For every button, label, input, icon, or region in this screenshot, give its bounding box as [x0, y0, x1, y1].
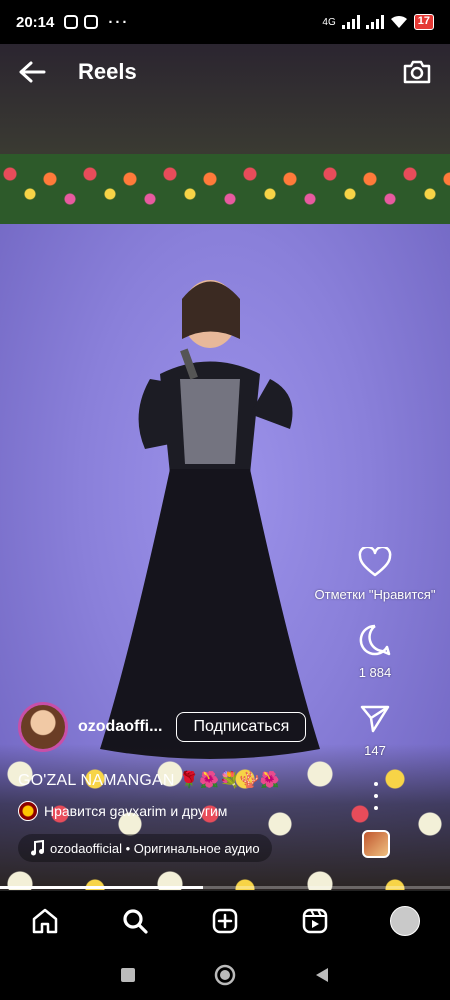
back-system-button[interactable]: [304, 957, 340, 993]
nav-reels[interactable]: [293, 899, 337, 943]
nav-home[interactable]: [23, 899, 67, 943]
nav-search[interactable]: [113, 899, 157, 943]
more-dot-icon: [374, 782, 378, 786]
send-icon: [360, 705, 390, 733]
instagram-notification-icon-2: [84, 15, 99, 29]
comment-action[interactable]: 1 884: [300, 620, 450, 680]
arrow-left-icon: [19, 61, 46, 83]
liked-by-row[interactable]: Нравится gavxarim и другим: [18, 801, 227, 821]
square-icon: [121, 968, 136, 982]
shares-count: 147: [364, 743, 386, 758]
share-action[interactable]: 147: [300, 698, 450, 758]
flowers-top: [0, 154, 450, 234]
search-icon: [123, 908, 148, 934]
video-progress-fill: [0, 886, 203, 889]
heart-icon: [358, 547, 392, 577]
back-button[interactable]: [16, 56, 48, 88]
camera-icon: [403, 60, 431, 84]
follow-button[interactable]: Подписаться: [176, 712, 307, 742]
more-options-button[interactable]: [366, 782, 386, 810]
author-username[interactable]: ozodaoffi...: [78, 718, 162, 736]
camera-button[interactable]: [400, 55, 434, 89]
instagram-notification-icon: [64, 15, 79, 29]
like-action[interactable]: Отметки "Нравится": [300, 542, 450, 602]
nav-profile[interactable]: [383, 899, 427, 943]
comments-count: 1 884: [358, 665, 392, 680]
more-notifications-icon: ···: [108, 13, 130, 31]
reel-caption[interactable]: GO'ZAL NAMANGAN 🌹🌺💐🪸🌺: [18, 770, 280, 790]
audio-label: ozodaofficial • Оригинальное аудио: [50, 840, 260, 856]
video-progress-bar[interactable]: [0, 886, 450, 889]
audio-row[interactable]: ozodaofficial • Оригинальное аудио: [18, 834, 272, 862]
battery-indicator: 17: [413, 14, 434, 30]
reels-header: Reels: [0, 50, 450, 94]
singer-figure: [100, 280, 320, 759]
status-bar: 20:14 ··· 4G 17: [0, 0, 450, 44]
triangle-back-icon: [315, 968, 328, 982]
create-icon: [212, 908, 238, 933]
reels-icon: [302, 908, 328, 933]
status-time: 20:14: [16, 13, 55, 31]
signal-icon: [341, 15, 360, 29]
music-note-icon: [31, 840, 44, 856]
reel-video[interactable]: [0, 44, 450, 890]
likes-label: Отметки "Нравится": [314, 587, 436, 602]
bottom-nav: [0, 890, 450, 950]
liked-by-text: Нравится gavxarim и другим: [44, 803, 228, 819]
wifi-icon: [390, 15, 407, 28]
comment-button[interactable]: [355, 620, 395, 660]
recent-apps-button[interactable]: [110, 957, 146, 993]
more-dot-icon: [374, 794, 378, 798]
author-row: ozodaoffi... Подписаться: [18, 702, 307, 752]
liked-by-avatar: [18, 801, 38, 821]
page-title: Reels: [78, 59, 137, 84]
comment-icon: [359, 624, 391, 656]
author-avatar[interactable]: [18, 702, 68, 752]
more-dot-icon: [374, 806, 378, 810]
profile-avatar: [390, 905, 420, 936]
network-type: 4G: [322, 16, 336, 28]
share-button[interactable]: [355, 698, 395, 738]
audio-thumbnail[interactable]: [362, 830, 390, 858]
like-button[interactable]: [355, 542, 395, 582]
signal-icon-2: [365, 15, 384, 29]
status-right: 4G 17: [322, 14, 434, 30]
home-icon: [32, 908, 58, 933]
nav-create[interactable]: [203, 899, 247, 943]
system-nav-bar: [0, 950, 450, 1000]
circle-home-icon: [214, 964, 236, 986]
home-system-button[interactable]: [207, 957, 243, 993]
